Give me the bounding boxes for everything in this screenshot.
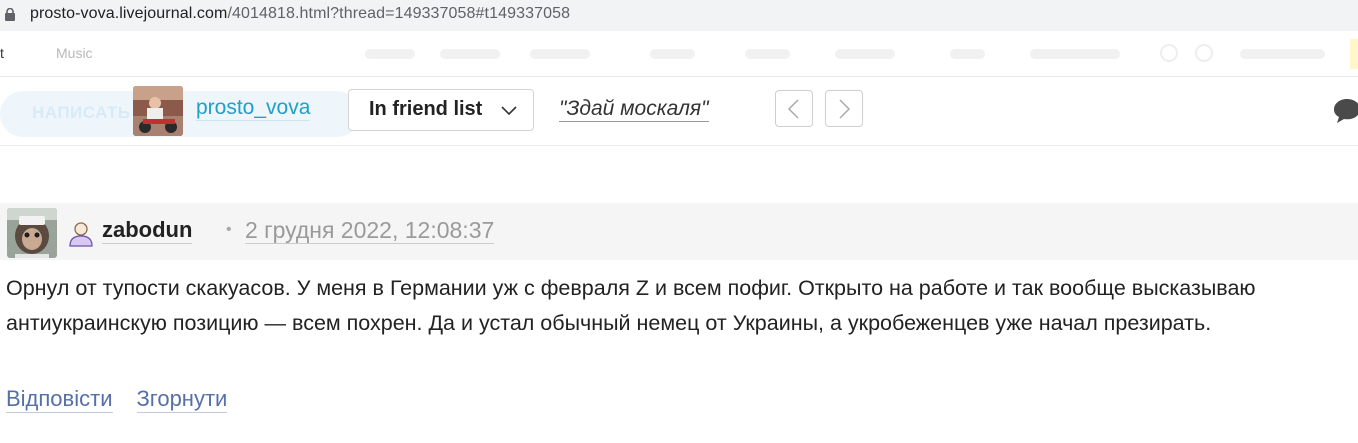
user-icon	[69, 222, 93, 247]
commenter-username-link[interactable]: zabodun	[102, 217, 193, 244]
promo-badge	[1350, 39, 1358, 69]
site-nav-bar: t Music	[0, 31, 1358, 77]
url-host: prosto-vova.livejournal.com	[30, 5, 228, 22]
friend-list-dropdown[interactable]: In friend list	[348, 89, 534, 131]
nav-item-placeholder	[440, 49, 500, 59]
journal-username-link[interactable]: prosto_vova	[196, 96, 311, 121]
nav-item-placeholder	[835, 49, 895, 59]
collapse-link[interactable]: Згорнути	[136, 386, 228, 413]
separator-dot: •	[226, 221, 232, 238]
nav-item-fragment[interactable]: t	[0, 45, 4, 61]
search-icon[interactable]	[1160, 44, 1178, 62]
url-path: /4014818.html?thread=149337058#t14933705…	[227, 5, 571, 22]
chevron-right-icon	[839, 99, 851, 119]
comment-body: Орнул от тупости скакуасов. У меня в Гер…	[6, 276, 1256, 335]
nav-item-placeholder	[950, 49, 985, 59]
chevron-left-icon	[787, 99, 799, 119]
nav-item-placeholder	[1030, 49, 1120, 59]
comment-header	[0, 203, 1358, 260]
friend-list-label: In friend list	[369, 98, 483, 120]
write-post-label: НАПИСАТЬ	[32, 103, 131, 122]
browser-address-bar[interactable]: prosto-vova.livejournal.com/4014818.html…	[0, 0, 1358, 31]
reply-link[interactable]: Відповісти	[6, 386, 113, 413]
next-entry-button[interactable]	[825, 90, 863, 127]
comments-icon[interactable]	[1333, 96, 1358, 124]
lock-icon	[5, 8, 15, 21]
nav-item-placeholder	[745, 49, 790, 59]
nav-item-placeholder	[1240, 49, 1325, 59]
nav-item-music[interactable]: Music	[56, 45, 93, 61]
nav-item-placeholder	[530, 49, 590, 59]
nav-item-placeholder	[365, 49, 415, 59]
url-text[interactable]: prosto-vova.livejournal.com/4014818.html…	[30, 5, 570, 23]
comment-timestamp-link[interactable]: 2 грудня 2022, 12:08:37	[245, 217, 495, 244]
previous-entry-button[interactable]	[775, 90, 813, 127]
journal-avatar[interactable]	[133, 86, 183, 136]
user-menu-icon[interactable]	[1195, 44, 1213, 62]
commenter-avatar[interactable]	[7, 208, 57, 258]
nav-item-placeholder	[650, 49, 695, 59]
comment-actions: Відповісти Згорнути	[6, 386, 228, 413]
journal-title-link[interactable]: "Здай москаля"	[559, 96, 709, 122]
header-divider	[0, 145, 1358, 146]
chevron-down-icon	[501, 106, 517, 116]
